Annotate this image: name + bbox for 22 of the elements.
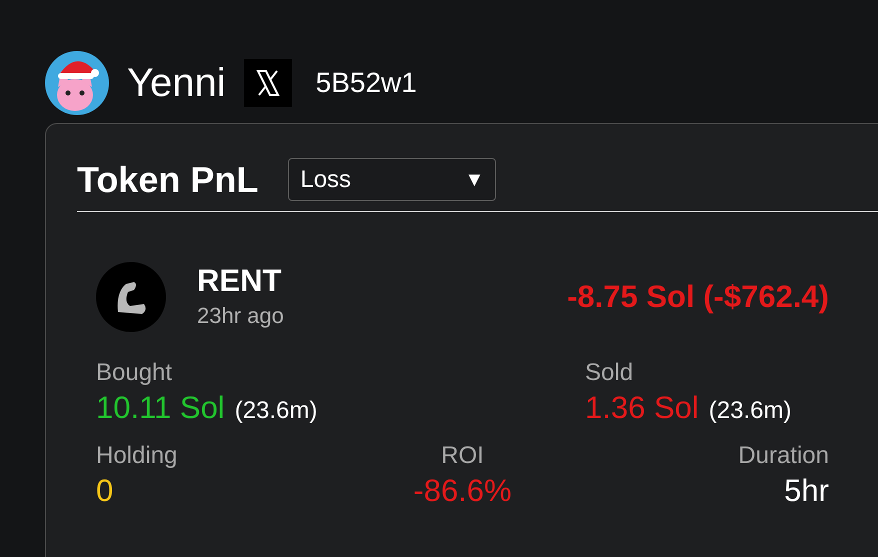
stat-label: Holding: [96, 441, 178, 471]
arm-logo-icon: [96, 262, 166, 332]
pnl-amount: -8.75 Sol (-$762.4): [567, 278, 829, 316]
stat-value: 0: [96, 472, 114, 510]
stat-value: 1.36 Sol: [585, 389, 699, 427]
token-time: 23hr ago: [197, 302, 284, 330]
stat-label: ROI: [441, 441, 484, 471]
cat-avatar-icon: [45, 51, 109, 115]
stat-value: -86.6%: [413, 472, 512, 510]
profile-handle: 5B52w1: [316, 69, 417, 97]
token-symbol: RENT: [197, 262, 282, 298]
card-title: Token PnL: [77, 162, 258, 198]
stat-note: (23.6m): [708, 396, 792, 426]
stat-note: (23.6m): [234, 396, 318, 426]
filter-dropdown[interactable]: Loss ▼: [288, 158, 496, 201]
stat-value: 10.11 Sol: [96, 389, 225, 427]
profile-name: Yenni: [127, 63, 226, 103]
stat-value: 5hr: [784, 472, 829, 510]
stat-label: Bought: [96, 358, 172, 388]
stat-label: Sold: [585, 358, 634, 388]
x-logo-icon[interactable]: [244, 59, 292, 107]
stat-label: Duration: [738, 441, 829, 471]
